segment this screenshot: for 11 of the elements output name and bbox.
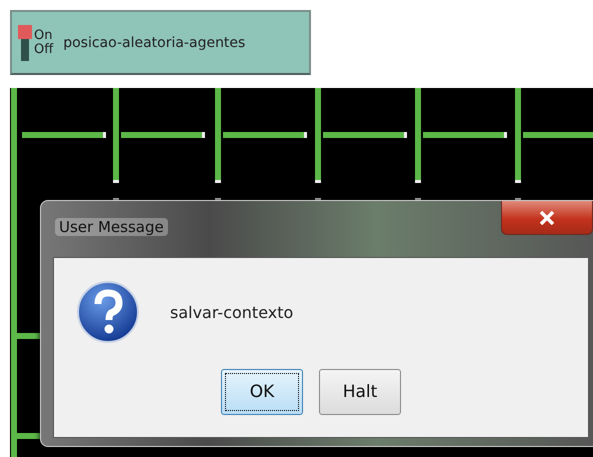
dialog-title: User Message <box>55 218 168 236</box>
close-icon <box>539 210 555 224</box>
dialog-button[interactable]: Halt <box>319 369 401 415</box>
switch-label: posicao-aleatoria-agentes <box>63 34 246 50</box>
dialog-button[interactable]: OK <box>221 369 303 415</box>
on-label: On <box>34 28 54 42</box>
toggle-lever-icon[interactable] <box>18 24 32 60</box>
close-button[interactable] <box>501 201 593 235</box>
off-label: Off <box>34 42 54 56</box>
question-icon <box>76 280 140 344</box>
dialog-message: salvar-contexto <box>170 302 294 322</box>
